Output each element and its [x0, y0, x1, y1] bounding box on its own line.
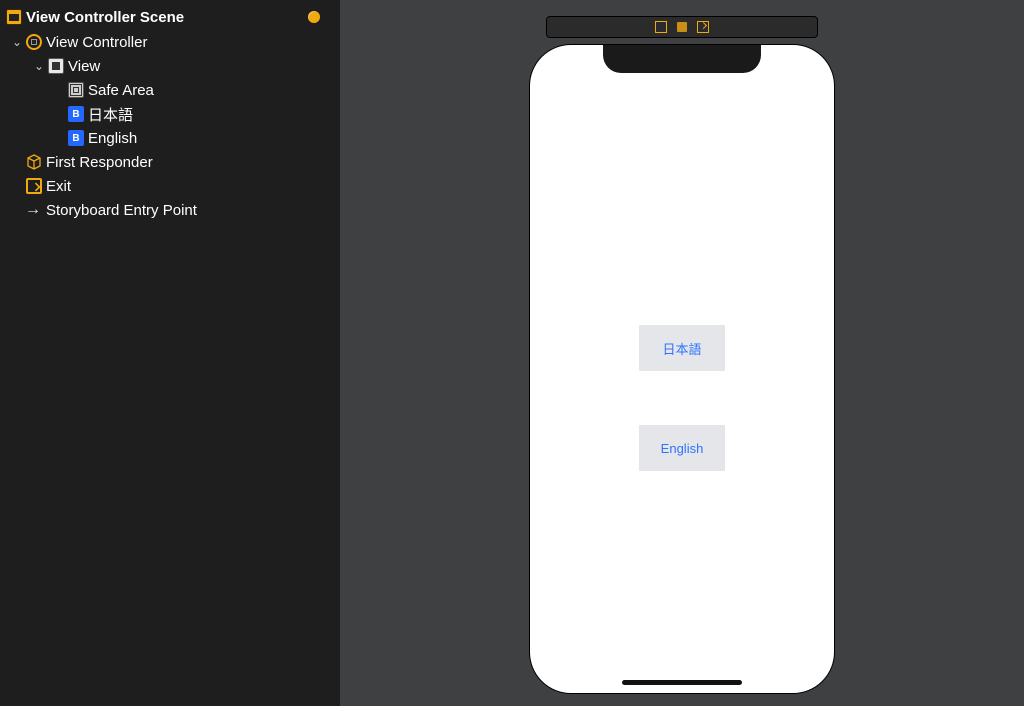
outline-row-first-responder[interactable]: First Responder [0, 150, 340, 174]
outline-row-view-controller[interactable]: ⌄ View Controller [0, 30, 340, 54]
device-frame[interactable]: 日本語 English [529, 44, 835, 694]
scene-title: View Controller Scene [26, 9, 308, 26]
button-icon [68, 106, 84, 122]
scene-toolbar-exit-icon[interactable] [697, 21, 709, 33]
scene-status-icon [308, 11, 320, 23]
view-controller-icon [26, 34, 42, 50]
home-indicator [622, 680, 742, 685]
safe-area-icon [68, 82, 84, 98]
first-responder-icon [26, 154, 42, 170]
interface-builder-panel: View Controller Scene ⌄ View Controller … [0, 0, 1024, 706]
first-responder-label: First Responder [46, 154, 153, 171]
storyboard-canvas[interactable]: 日本語 English [340, 0, 1024, 706]
button-icon [68, 130, 84, 146]
button-japanese[interactable]: 日本語 [639, 325, 725, 371]
disclosure-icon[interactable]: ⌄ [32, 59, 46, 73]
safe-area-label: Safe Area [88, 82, 154, 99]
outline-row-button-en[interactable]: English [0, 126, 340, 150]
arrow-right-icon: → [24, 201, 42, 219]
view-icon [48, 58, 64, 74]
outline-row-exit[interactable]: Exit [0, 174, 340, 198]
exit-label: Exit [46, 178, 71, 195]
button-jp-label: 日本語 [88, 104, 133, 125]
button-english[interactable]: English [639, 425, 725, 471]
scene-icon [6, 9, 22, 25]
view-label: View [68, 58, 100, 75]
scene-toolbar-view-controller-icon[interactable] [655, 21, 667, 33]
exit-icon [26, 178, 42, 194]
outline-row-entry-point[interactable]: → Storyboard Entry Point [0, 198, 340, 222]
device-notch [603, 45, 761, 73]
outline-row-safe-area[interactable]: Safe Area [0, 78, 340, 102]
scene-toolbar-first-responder-icon[interactable] [677, 22, 687, 32]
button-japanese-label: 日本語 [662, 339, 701, 358]
scene-toolbar[interactable] [546, 16, 818, 38]
view-controller-label: View Controller [46, 34, 147, 51]
outline-row-scene[interactable]: View Controller Scene [0, 4, 340, 30]
entry-point-label: Storyboard Entry Point [46, 202, 197, 219]
disclosure-icon[interactable]: ⌄ [10, 35, 24, 49]
outline-row-view[interactable]: ⌄ View [0, 54, 340, 78]
document-outline[interactable]: View Controller Scene ⌄ View Controller … [0, 0, 340, 706]
button-en-label: English [88, 130, 137, 147]
button-english-label: English [661, 441, 704, 456]
outline-row-button-jp[interactable]: 日本語 [0, 102, 340, 126]
